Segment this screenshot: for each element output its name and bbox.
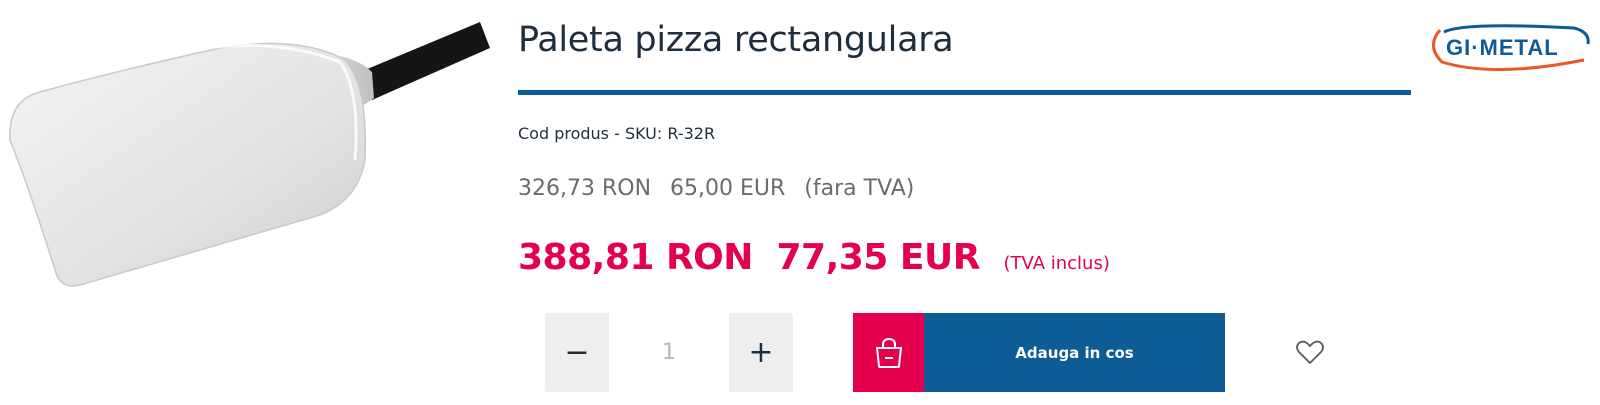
- price-net-ron: 326,73 RON: [518, 176, 652, 201]
- sku: Cod produs - SKU: R-32R: [518, 124, 715, 143]
- price-net: 326,73 RON 65,00 EUR (fara TVA): [518, 176, 926, 201]
- price-gross: 388,81 RON 77,35 EUR (TVA inclus): [518, 237, 1110, 278]
- add-to-cart-label: Adauga in cos: [924, 313, 1225, 392]
- sku-value: R-32R: [667, 124, 716, 143]
- title-divider: [518, 90, 1411, 95]
- quantity-input[interactable]: [609, 313, 729, 392]
- brand-logo-text: GI·METAL: [1446, 35, 1559, 60]
- price-net-note: (fara TVA): [804, 176, 915, 201]
- heart-icon[interactable]: [1295, 337, 1325, 367]
- price-gross-note: (TVA inclus): [1003, 253, 1110, 274]
- quantity-stepper: − +: [545, 313, 793, 392]
- quantity-increase-button[interactable]: +: [729, 313, 793, 392]
- product-image: [9, 22, 490, 287]
- product-title: Paleta pizza rectangulara: [518, 20, 954, 60]
- sku-label: Cod produs - SKU:: [518, 124, 663, 143]
- price-gross-eur: 77,35 EUR: [776, 237, 980, 278]
- price-gross-ron: 388,81 RON: [518, 237, 753, 278]
- shopping-bag-icon: [853, 313, 924, 392]
- price-net-eur: 65,00 EUR: [670, 176, 786, 201]
- quantity-decrease-button[interactable]: −: [545, 313, 609, 392]
- add-to-cart-button[interactable]: Adauga in cos: [853, 313, 1225, 392]
- brand-logo[interactable]: GI·METAL: [1424, 18, 1594, 76]
